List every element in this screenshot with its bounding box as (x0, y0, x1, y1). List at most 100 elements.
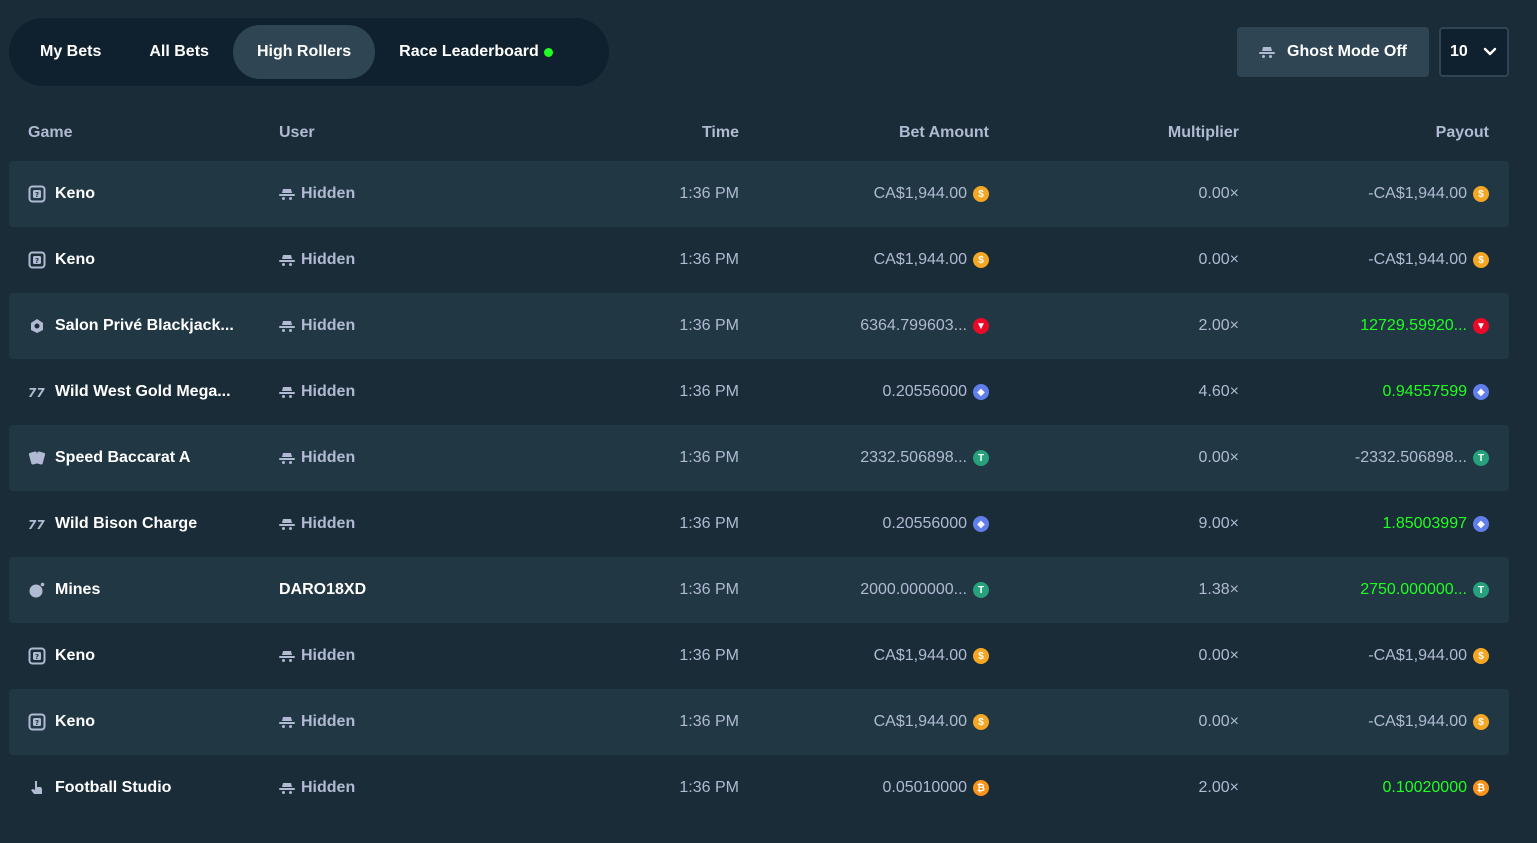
user-name: DARO18XD (279, 581, 367, 598)
table-row[interactable]: Salon Privé Blackjack... Hidden 1:36 PM 636… (9, 293, 1509, 359)
row-count-value: 10 (1450, 43, 1468, 60)
multiplier-cell: 1.38× (1198, 581, 1239, 598)
payout-cell: -CA$1,944.00 $ (1368, 161, 1489, 227)
user-cell: Hidden (279, 359, 499, 425)
user-cell: Hidden (279, 491, 499, 557)
payout-cell: -CA$1,944.00 $ (1368, 227, 1489, 293)
bet-amount-cell: 0.20556000 ◆ (882, 491, 989, 557)
bet-amount: 0.20556000 (882, 383, 967, 400)
time-cell: 1:36 PM (679, 581, 739, 598)
bet-amount-cell: 6364.799603... ▼ (860, 293, 989, 359)
bet-amount: 0.05010000 (882, 779, 967, 796)
table-row[interactable]: Speed Baccarat A Hidden 1:36 PM 2332.506898… (9, 425, 1509, 491)
game-cell[interactable]: Football Studio (28, 755, 263, 821)
payout-cell: -CA$1,944.00 $ (1368, 623, 1489, 689)
usdt-coin-icon: T (1473, 450, 1489, 466)
user-name: Hidden (301, 185, 356, 202)
payout-amount: 2750.000000... (1360, 581, 1467, 598)
slots-icon: 777 (28, 383, 46, 401)
time-cell: 1:36 PM (679, 383, 739, 400)
ghost-mode-label: Ghost Mode Off (1287, 43, 1407, 60)
payout-cell: 1.85003997 ◆ (1382, 491, 1489, 557)
multiplier-cell: 9.00× (1198, 515, 1239, 532)
bet-amount: 6364.799603... (860, 317, 967, 334)
column-header-bet-amount: Bet Amount (898, 124, 989, 141)
multiplier-cell: 0.00× (1198, 251, 1239, 268)
eth-coin-icon: ◆ (973, 384, 989, 400)
game-cell[interactable]: ? Keno (28, 623, 263, 689)
svg-text:?: ? (35, 257, 39, 265)
payout-cell: 2750.000000... T (1360, 557, 1489, 623)
game-cell[interactable]: Mines (28, 557, 263, 623)
user-cell: Hidden (279, 227, 499, 293)
bet-amount-cell: CA$1,944.00 $ (874, 227, 989, 293)
tab-race-leaderboard[interactable]: Race Leaderboard (375, 25, 577, 79)
game-cell[interactable]: ? Keno (28, 227, 263, 293)
cards-icon (28, 449, 46, 467)
slots-icon: 777 (28, 515, 46, 533)
user-name: Hidden (301, 515, 356, 532)
payout-amount: -CA$1,944.00 (1368, 185, 1467, 202)
table-row[interactable]: 777 Wild West Gold Mega... Hidden 1:36 PM 0.… (9, 359, 1509, 425)
user-name: Hidden (301, 251, 356, 268)
payout-amount: -CA$1,944.00 (1368, 251, 1467, 268)
keno-icon: ? (28, 185, 46, 203)
payout-cell: -CA$1,944.00 $ (1368, 689, 1489, 755)
ghost-hat-icon (279, 386, 295, 398)
svg-text:?: ? (35, 191, 39, 199)
svg-text:?: ? (35, 653, 39, 661)
bets-toolbar: My Bets All Bets High Rollers Race Leade… (0, 0, 1537, 105)
game-name: Wild West Gold Mega... (55, 383, 231, 400)
bet-amount-cell: CA$1,944.00 $ (874, 623, 989, 689)
user-cell[interactable]: DARO18XD (279, 557, 499, 623)
table-row[interactable]: Football Studio Hidden 1:36 PM 0.05010000 ₿ 2… (9, 755, 1509, 821)
column-header-multiplier: Multiplier (1167, 124, 1239, 141)
payout-amount: -CA$1,944.00 (1368, 713, 1467, 730)
ghost-mode-button[interactable]: Ghost Mode Off (1237, 27, 1429, 77)
game-name: Wild Bison Charge (55, 515, 198, 532)
column-header-game: Game (28, 124, 73, 141)
game-name: Keno (55, 185, 95, 202)
game-name: Keno (55, 713, 95, 730)
table-row[interactable]: ? Keno Hidden 1:36 PM CA$1,944.00 $0.00× -CA$1… (9, 689, 1509, 755)
bet-amount: 0.20556000 (882, 515, 967, 532)
game-name: Keno (55, 647, 95, 664)
game-cell[interactable]: ? Keno (28, 161, 263, 227)
time-cell: 1:36 PM (679, 515, 739, 532)
game-cell[interactable]: Salon Privé Blackjack... (28, 293, 263, 359)
user-name: Hidden (301, 647, 356, 664)
time-cell: 1:36 PM (679, 779, 739, 796)
table-row[interactable]: ? Keno Hidden 1:36 PM CA$1,944.00 $0.00× -CA$1… (9, 623, 1509, 689)
table-row[interactable]: ? Keno Hidden 1:36 PM CA$1,944.00 $0.00× -CA$1… (9, 227, 1509, 293)
bet-amount-cell: 0.20556000 ◆ (882, 359, 989, 425)
table-row[interactable]: ? Keno Hidden 1:36 PM CA$1,944.00 $0.00× -CA$1… (9, 161, 1509, 227)
game-cell[interactable]: 777 Wild Bison Charge (28, 491, 263, 557)
user-name: Hidden (301, 713, 356, 730)
time-cell: 1:36 PM (679, 317, 739, 334)
tab-all-bets[interactable]: All Bets (125, 25, 233, 79)
live-indicator-dot (543, 47, 553, 57)
user-cell: Hidden (279, 623, 499, 689)
keno-icon: ? (28, 647, 46, 665)
payout-cell: 0.94557599 ◆ (1382, 359, 1489, 425)
chevron-down-icon (1483, 47, 1497, 56)
game-cell[interactable]: 777 Wild West Gold Mega... (28, 359, 263, 425)
row-count-select[interactable]: 10 (1439, 27, 1509, 77)
table-header: Game User Time Bet Amount Multiplier Pay… (9, 105, 1509, 161)
cad-coin-icon: $ (973, 648, 989, 664)
bet-amount-cell: CA$1,944.00 $ (874, 689, 989, 755)
bet-amount: CA$1,944.00 (873, 647, 967, 664)
svg-text:777: 777 (28, 386, 46, 400)
game-cell[interactable]: ? Keno (28, 689, 263, 755)
table-row[interactable]: Mines DARO18XD 1:36 PM 2000.000000... T 1.38×… (9, 557, 1509, 623)
tab-my-bets[interactable]: My Bets (16, 25, 125, 79)
usdt-coin-icon: T (1473, 582, 1489, 598)
game-name: Speed Baccarat A (55, 449, 191, 466)
game-cell[interactable]: Speed Baccarat A (28, 425, 263, 491)
table-row[interactable]: 777 Wild Bison Charge Hidden 1:36 PM 0.20556… (9, 491, 1509, 557)
mines-icon (28, 581, 46, 599)
multiplier-cell: 0.00× (1198, 713, 1239, 730)
btc-coin-icon: ₿ (1473, 780, 1489, 796)
tab-high-rollers[interactable]: High Rollers (232, 25, 376, 79)
svg-text:777: 777 (28, 518, 46, 532)
